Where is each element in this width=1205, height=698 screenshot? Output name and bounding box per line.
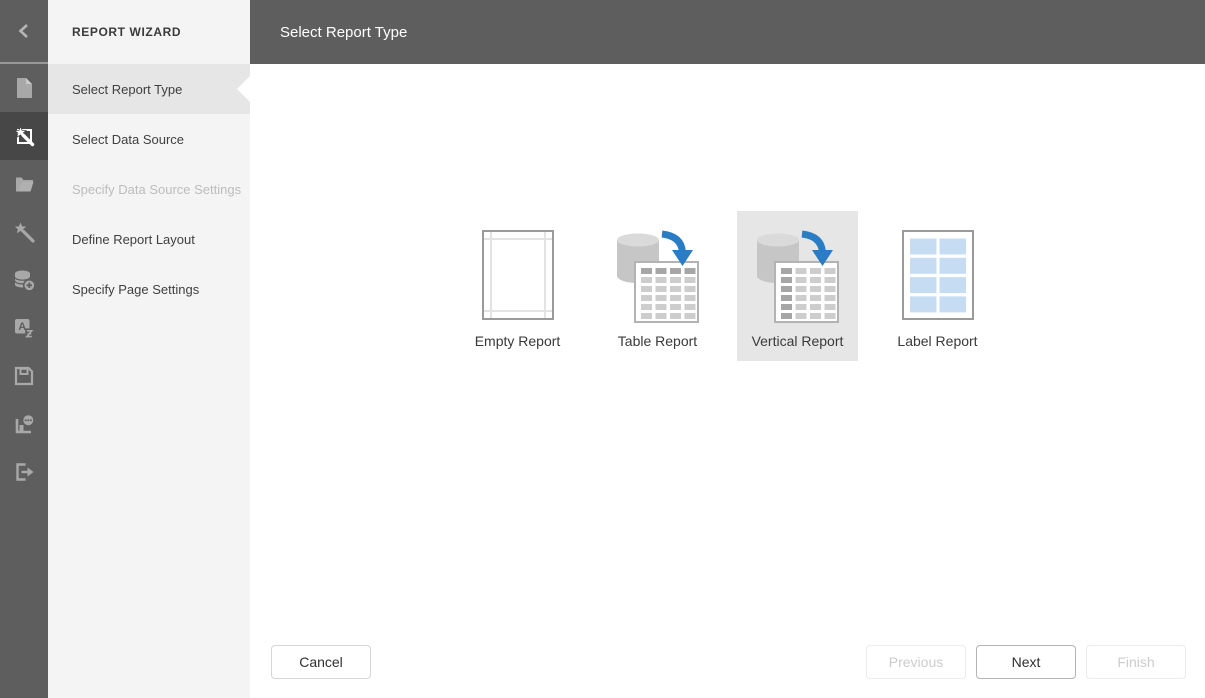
step-specify-page-settings[interactable]: Specify Page Settings xyxy=(48,264,250,314)
step-label: Define Report Layout xyxy=(72,231,195,247)
step-select-data-source[interactable]: Select Data Source xyxy=(48,114,250,164)
svg-text:A: A xyxy=(18,321,26,333)
page-header: Select Report Type xyxy=(250,0,1205,64)
step-select-report-type[interactable]: Select Report Type xyxy=(48,64,250,114)
report-type-card-vertical[interactable]: Vertical Report xyxy=(737,211,858,361)
icon-rail: A xyxy=(0,0,48,698)
report-type-label: Label Report xyxy=(897,333,978,349)
report-type-card-table[interactable]: Table Report xyxy=(597,211,718,361)
exit-icon xyxy=(16,463,34,481)
next-button[interactable]: Next xyxy=(976,645,1076,679)
cancel-button[interactable]: Cancel xyxy=(271,645,371,679)
report-wizard-window: A REPORT WIZARD Select Report Type Selec… xyxy=(0,0,1205,698)
page-title: Select Report Type xyxy=(280,23,408,41)
report-type-card-label[interactable]: Label Report xyxy=(877,211,998,361)
sidebar-title: REPORT WIZARD xyxy=(72,25,182,39)
save-icon xyxy=(14,366,34,386)
design-wizard-button[interactable] xyxy=(0,208,48,256)
design-wizard-icon xyxy=(14,222,35,243)
step-label: Specify Data Source Settings xyxy=(72,181,242,197)
report-type-label: Vertical Report xyxy=(751,333,844,349)
wizard-footer: Cancel Previous Next Finish xyxy=(250,645,1205,679)
step-define-report-layout[interactable]: Define Report Layout xyxy=(48,214,250,264)
report-wizard-icon xyxy=(13,125,35,147)
selected-step-notch xyxy=(237,76,250,102)
open-report-button[interactable] xyxy=(0,160,48,208)
vertical-report-icon xyxy=(756,230,840,323)
chevron-left-icon xyxy=(18,24,28,38)
preview-button[interactable] xyxy=(0,400,48,448)
empty-report-icon xyxy=(481,230,554,322)
save-button[interactable] xyxy=(0,352,48,400)
report-type-label: Empty Report xyxy=(474,333,561,349)
report-type-content: Empty Report Table Report Vertical Repor… xyxy=(250,64,1205,698)
label-report-icon xyxy=(901,230,974,322)
previous-button: Previous xyxy=(866,645,966,679)
exit-button[interactable] xyxy=(0,448,48,496)
new-report-button[interactable] xyxy=(0,64,48,112)
preview-icon xyxy=(15,413,35,434)
add-data-source-button[interactable] xyxy=(0,256,48,304)
report-type-card-empty[interactable]: Empty Report xyxy=(457,211,578,361)
add-data-source-icon xyxy=(14,270,36,292)
localization-button[interactable]: A xyxy=(0,304,48,352)
step-specify-data-source-settings: Specify Data Source Settings xyxy=(48,164,250,214)
report-type-options: Empty Report Table Report Vertical Repor… xyxy=(250,64,1205,361)
open-report-icon xyxy=(16,177,34,192)
step-label: Specify Page Settings xyxy=(72,281,200,297)
main-panel: Select Report Type Empty Report Table Re… xyxy=(250,0,1205,698)
nav-button-group: Previous Next Finish xyxy=(866,645,1186,679)
collapse-panel-button[interactable] xyxy=(0,0,48,64)
finish-button: Finish xyxy=(1086,645,1186,679)
step-label: Select Report Type xyxy=(72,81,183,97)
report-type-label: Table Report xyxy=(617,333,698,349)
step-label: Select Data Source xyxy=(72,131,185,147)
table-report-icon xyxy=(616,230,700,323)
new-report-icon xyxy=(17,78,32,98)
report-wizard-button[interactable] xyxy=(0,112,48,160)
wizard-steps-sidebar: REPORT WIZARD Select Report Type Select … xyxy=(48,0,250,698)
localization-icon: A xyxy=(15,319,35,339)
